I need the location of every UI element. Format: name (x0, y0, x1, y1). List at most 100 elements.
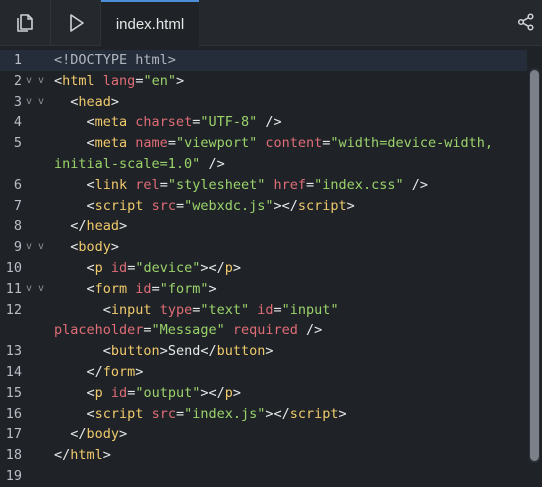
code-token: /> (403, 176, 428, 193)
line-number: 16 (5, 405, 22, 422)
code-line[interactable]: 5 <meta name="viewport" content="width=d… (0, 133, 527, 154)
code-token: > (110, 93, 120, 110)
code-line[interactable]: placeholder="Message" required /> (0, 320, 527, 341)
code-token: > (346, 197, 355, 214)
code-token: > (135, 364, 144, 380)
code-text: <link rel="stylesheet" href="index.css" … (54, 175, 428, 196)
line-number: 11 (5, 280, 22, 297)
code-line[interactable]: 16 <script src="index.js"></script> (0, 404, 527, 425)
line-number: 19 (5, 468, 22, 484)
fold-chevron-icon[interactable]: v v (26, 279, 44, 300)
code-token: head (78, 93, 111, 110)
line-number: 12 (5, 301, 22, 318)
code-line[interactable]: initial-scale=1.0" /> (0, 154, 527, 175)
code-token: href (273, 176, 307, 193)
code-text: <script src="webxdc.js"></script> (54, 196, 355, 217)
code-token: initial-scale=1.0" (54, 156, 201, 172)
code-token: script (289, 405, 339, 422)
play-icon (70, 13, 84, 32)
code-token: > (110, 239, 120, 256)
line-number: 17 (5, 426, 22, 443)
code-token: >Send</ (159, 343, 217, 360)
code-token: "index.js" (184, 405, 266, 422)
code-line[interactable]: 11 v v <form id="form"> (0, 279, 527, 300)
line-number: 13 (5, 343, 22, 360)
code-line[interactable]: 13 <button>Send</button> (0, 341, 527, 362)
code-text: initial-scale=1.0" /> (54, 154, 225, 175)
code-text: <script src="index.js"></script> (54, 404, 347, 425)
share-button[interactable] (516, 12, 536, 32)
code-line[interactable]: 7 <script src="webxdc.js"></script> (0, 196, 527, 217)
code-token: > (232, 384, 242, 401)
code-text: </form> (54, 362, 144, 383)
code-token: body (78, 239, 111, 256)
code-token: script (94, 197, 144, 214)
code-text: </body> (54, 424, 127, 445)
code-editor[interactable]: 1 <!DOCTYPE html> 2 v v <html lang="en"> 3 v v… (0, 46, 542, 484)
code-token: /> (200, 156, 225, 172)
code-line[interactable]: 12 <input type="text" id="input" (0, 300, 527, 321)
fold-chevron-icon[interactable]: v v (26, 71, 44, 92)
code-line[interactable]: 6 <link rel="stylesheet" href="index.css… (0, 175, 527, 196)
code-text: placeholder="Message" required /> (54, 320, 322, 341)
code-token: p (224, 384, 233, 401)
code-line[interactable]: 10 <p id="device"></p> (0, 258, 527, 279)
code-text: <head> (54, 92, 119, 113)
line-number: 9 (13, 239, 22, 256)
code-token: < (54, 176, 95, 193)
code-line[interactable]: 3v v <head> (0, 92, 527, 113)
line-number: 15 (5, 384, 22, 401)
line-number: 1 (13, 52, 22, 68)
line-number: 6 (13, 176, 22, 193)
code-token: < (54, 343, 111, 360)
code-token: < (54, 280, 95, 297)
run-button[interactable] (51, 0, 101, 45)
line-number: 8 (13, 218, 22, 235)
code-token: "input" (281, 301, 339, 318)
code-token: = (306, 176, 315, 193)
fold-chevron-icon[interactable]: v v (26, 92, 44, 113)
code-token: charset (135, 114, 193, 131)
code-token: < (54, 197, 95, 214)
code-line[interactable]: 1 <!DOCTYPE html> (0, 50, 527, 71)
code-token: "output" (135, 384, 201, 401)
code-line[interactable]: 17 </body> (0, 424, 527, 445)
code-token: src (151, 197, 176, 214)
code-token: /> (257, 114, 282, 131)
scrollbar-thumb[interactable] (530, 70, 539, 461)
code-token: id (135, 280, 152, 297)
code-line[interactable]: 14 </form> (0, 362, 527, 383)
code-token: ></ (273, 197, 298, 214)
line-number: 7 (13, 197, 22, 214)
code-line[interactable]: 15 <p id="output"></p> (0, 383, 527, 404)
code-token: = (151, 280, 160, 297)
code-text: </head> (54, 216, 127, 237)
code-token: </ (54, 447, 71, 464)
fold-chevron-icon[interactable]: v v (26, 237, 44, 258)
tab-index-html[interactable]: index.html (101, 0, 199, 46)
code-token: id (110, 260, 128, 276)
code-text: <!DOCTYPE html> (54, 50, 176, 71)
code-token: meta (94, 114, 128, 131)
code-token: placeholder (54, 322, 144, 339)
code-token: < (54, 239, 79, 256)
code-token: < (54, 135, 95, 152)
top-toolbar: index.html (0, 0, 542, 46)
code-line[interactable]: 8 </head> (0, 216, 527, 237)
code-line[interactable]: 2v v <html lang="en"> (0, 71, 527, 92)
code-line[interactable]: 18 </html> (0, 445, 527, 466)
code-token: < (54, 384, 95, 401)
code-token: < (54, 114, 95, 131)
code-token: "en" (143, 72, 176, 89)
code-text: <body> (54, 237, 119, 258)
code-line[interactable]: 9v v <body> (0, 237, 527, 258)
code-token: meta (94, 135, 128, 152)
files-button[interactable] (0, 0, 50, 45)
line-number: 5 (13, 135, 22, 152)
code-line[interactable]: 4 <meta charset="UTF-8" /> (0, 112, 527, 133)
code-line[interactable]: 19 (0, 466, 527, 487)
code-token: name (135, 135, 168, 152)
code-token: button (216, 343, 266, 360)
